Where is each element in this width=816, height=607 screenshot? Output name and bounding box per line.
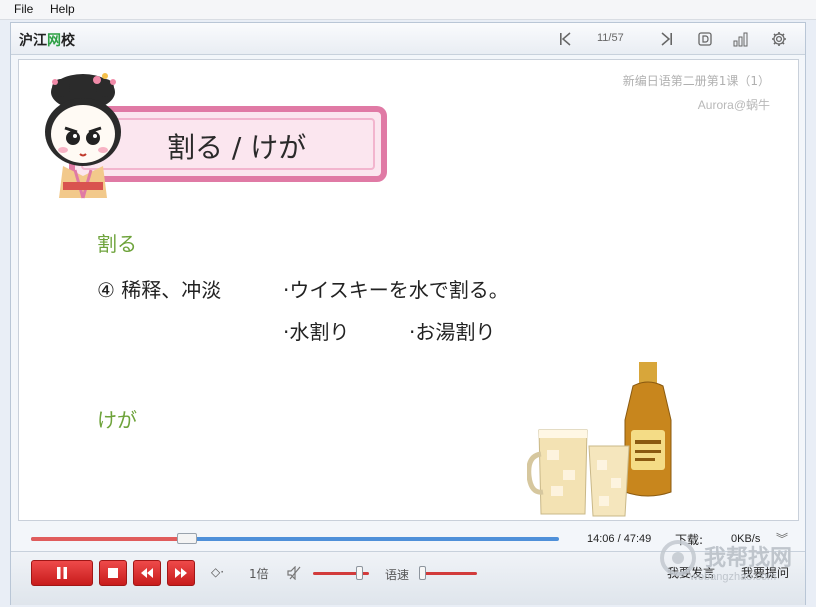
slide-title: 割る / けが xyxy=(167,131,307,164)
settings-gear-icon[interactable] xyxy=(771,31,787,47)
progress-handle[interactable] xyxy=(176,533,197,544)
top-toolbar: 沪江网校 11/57 xyxy=(11,23,805,55)
logo-text-1: 沪江 xyxy=(19,33,47,49)
vocab-word-waru: 割る xyxy=(97,232,137,256)
menu-bar: File Help xyxy=(0,0,816,20)
volume-handle[interactable] xyxy=(355,566,363,580)
menu-file[interactable]: File xyxy=(14,2,33,16)
diamond-marker-icon[interactable]: ◇· xyxy=(211,565,224,579)
example-sentence-1: ·ウイスキーを水で割る。 xyxy=(283,278,509,302)
fast-forward-button[interactable] xyxy=(167,560,195,586)
vocab-meaning: ④ 稀释、冲淡 xyxy=(97,278,222,302)
whisky-drinks-image xyxy=(527,362,672,517)
rate-label: 语速 xyxy=(385,568,410,582)
playback-speed[interactable]: 1倍 xyxy=(249,565,269,582)
watermark-brand: 我帮找网 xyxy=(704,546,793,571)
player-window: 沪江网校 11/57 新编日语第二册第1课（1） Aurora@蜗牛 割る / … xyxy=(10,22,806,605)
menu-help[interactable]: Help xyxy=(50,2,75,16)
logo-text-accent: 网 xyxy=(47,33,61,49)
first-page-icon[interactable] xyxy=(557,31,573,47)
logo-text-2: 校 xyxy=(61,33,75,49)
example-sentence-2: ·水割り xyxy=(283,320,350,344)
signal-bars-icon[interactable] xyxy=(733,31,749,47)
author-credit: Aurora@蜗牛 xyxy=(697,98,770,112)
rate-slider[interactable] xyxy=(419,572,477,575)
current-time: 14:06 xyxy=(587,533,615,545)
watermark-url: wobangzhao.com xyxy=(690,571,777,583)
geisha-mascot-image xyxy=(45,73,121,199)
fast-forward-icon xyxy=(175,568,187,578)
pause-button[interactable] xyxy=(31,560,93,586)
total-time: 47:49 xyxy=(623,533,652,545)
last-page-icon[interactable] xyxy=(659,31,675,47)
progress-fill xyxy=(31,537,187,541)
example-sentence-3: ·お湯割り xyxy=(409,320,496,344)
lesson-slide: 新编日语第二册第1课（1） Aurora@蜗牛 割る / けが 割る ④ 稀释、… xyxy=(18,59,799,521)
rewind-button[interactable] xyxy=(133,560,161,586)
vocab-word-kega: けが xyxy=(97,408,137,432)
rate-handle[interactable] xyxy=(418,566,426,580)
stop-button[interactable] xyxy=(99,560,127,586)
stop-icon xyxy=(108,568,118,578)
playback-progress-bar[interactable] xyxy=(31,533,559,544)
page-indicator: 11/57 xyxy=(597,32,624,44)
document-icon[interactable] xyxy=(697,31,713,47)
time-display: 14:06 / 47:49 xyxy=(587,533,651,545)
time-separator: / xyxy=(617,533,621,545)
rewind-icon xyxy=(141,568,153,578)
course-title: 新编日语第二册第1课（1） xyxy=(622,74,770,88)
pause-icon xyxy=(57,567,67,579)
app-logo: 沪江网校 xyxy=(19,30,75,50)
mute-speaker-icon[interactable] xyxy=(287,566,303,580)
